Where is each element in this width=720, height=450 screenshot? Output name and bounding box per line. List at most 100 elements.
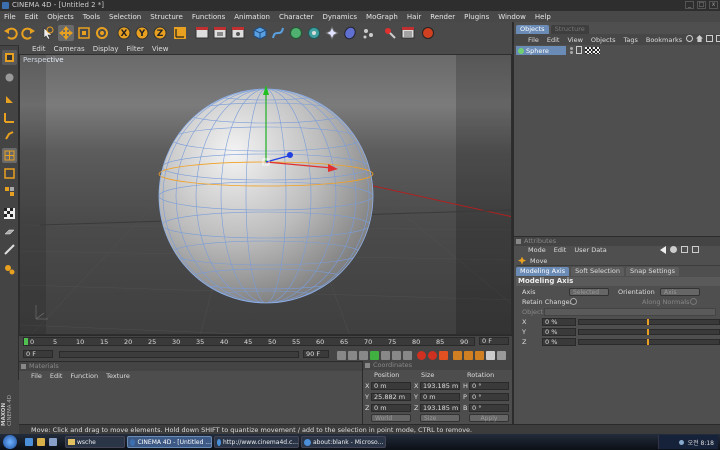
soft-selection-tab[interactable]: Soft Selection [571,267,624,276]
object-row-sphere[interactable]: Sphere [516,46,566,55]
objects-menu-bookmarks[interactable]: Bookmarks [646,36,682,44]
quicklaunch-desktop-icon[interactable] [49,438,57,446]
range-end-field[interactable]: 90 F [303,350,329,358]
taskbar-item-browser-2[interactable]: about:blank - Microso... [301,436,386,448]
use-points-tool-icon[interactable] [2,148,17,163]
along-normals-checkbox[interactable] [690,298,697,305]
previous-key-icon[interactable] [348,351,357,360]
viewport-menu-view[interactable]: View [152,45,169,53]
play-icon[interactable] [370,351,379,360]
coordinate-mode-dropdown[interactable]: World [371,414,411,422]
rotation-key-icon[interactable] [475,351,484,360]
next-key-icon[interactable] [392,351,401,360]
objects-tab[interactable]: Objects [516,25,549,34]
use-polygons-tool-icon[interactable] [2,184,17,199]
attributes-menu-mode[interactable]: Mode [528,246,546,254]
coordinate-system-icon[interactable] [172,25,188,41]
apply-button[interactable]: Apply [469,414,509,422]
go-to-end-icon[interactable] [403,351,412,360]
x-axis-lock-icon[interactable]: X [116,25,132,41]
render-view-icon[interactable] [194,25,210,41]
objects-menu-view[interactable]: View [567,36,582,44]
record-key-icon[interactable] [417,351,426,360]
menu-character[interactable]: Character [279,13,314,21]
clock[interactable]: 오전 8:18 [688,438,714,447]
move-tool-icon[interactable] [58,25,74,41]
use-texture-tool-icon[interactable] [2,110,17,125]
pos-x-field[interactable]: 0 m [371,382,411,390]
menu-file[interactable]: File [4,13,16,21]
home-icon[interactable] [696,35,703,42]
light-icon[interactable] [382,25,398,41]
record-icon[interactable] [420,25,436,41]
rot-b-field[interactable]: 0 ° [469,404,509,412]
maximize-button[interactable]: □ [697,1,706,9]
menu-help[interactable]: Help [535,13,551,21]
materials-menu-texture[interactable]: Texture [106,372,130,380]
redo-icon[interactable] [20,25,36,41]
objects-menu-edit[interactable]: Edit [547,36,560,44]
scene-icon[interactable] [400,25,416,41]
editor-visibility-dot[interactable] [570,47,573,50]
point-level-key-icon[interactable] [497,351,506,360]
use-edges-tool-icon[interactable] [2,166,17,181]
use-model-tool-icon[interactable] [2,50,17,65]
lock-icon[interactable] [681,246,688,253]
previous-frame-icon[interactable] [359,351,368,360]
new-view-icon[interactable] [706,35,713,42]
menu-animation[interactable]: Animation [234,13,270,21]
slider-x-field[interactable]: 0 % [542,318,576,326]
phong-tag-icon[interactable] [585,47,592,54]
spline-pen-icon[interactable] [270,25,286,41]
go-to-start-icon[interactable] [337,351,346,360]
close-button[interactable]: x [709,1,718,9]
position-key-icon[interactable] [453,351,462,360]
scale-tool-icon[interactable] [76,25,92,41]
preview-range-slider[interactable] [59,351,299,358]
materials-menu-edit[interactable]: Edit [50,372,63,380]
coordinates-tab[interactable]: Coordinates [373,361,412,369]
pos-y-field[interactable]: 25.882 m [371,393,411,401]
menu-selection[interactable]: Selection [109,13,141,21]
size-z-field[interactable]: 193.185 m [420,404,460,412]
new-attributes-icon[interactable] [692,246,699,253]
snap-settings-tab[interactable]: Snap Settings [625,267,680,276]
slider-z-field[interactable]: 0 % [542,338,576,346]
menu-hair[interactable]: Hair [407,13,421,21]
rot-h-field[interactable]: 0 ° [469,382,509,390]
perspective-viewport[interactable]: Perspective [19,54,512,335]
sculpt-tool-icon[interactable] [2,262,17,277]
keyframe-selection-icon[interactable] [439,351,448,360]
texture-tag-icon[interactable] [593,47,600,54]
slider-y-track[interactable] [578,329,720,335]
menu-window[interactable]: Window [498,13,526,21]
undo-icon[interactable] [3,25,19,41]
timeline-end-frame[interactable]: 0 F [479,337,509,345]
current-frame-field[interactable]: 0 F [23,350,53,358]
environment-icon[interactable] [342,25,358,41]
menu-structure[interactable]: Structure [150,13,183,21]
materials-tab[interactable]: Materials [29,362,59,370]
menu-mograph[interactable]: MoGraph [366,13,398,21]
cube-primitive-icon[interactable] [252,25,268,41]
autokey-icon[interactable] [428,351,437,360]
structure-tab[interactable]: Structure [550,25,589,34]
z-axis-lock-icon[interactable]: Z [152,25,168,41]
network-tray-icon[interactable] [678,439,684,445]
taskbar-item-browser-1[interactable]: http://www.cinema4d.c... [214,436,299,448]
array-icon[interactable] [306,25,322,41]
start-button-icon[interactable] [3,435,17,449]
timeline-ruler[interactable]: 0 5 10 15 20 25 30 35 40 45 50 55 60 65 … [23,337,475,346]
scene-canvas[interactable] [20,55,512,335]
workplane-tool-icon[interactable] [2,224,17,239]
scale-key-icon[interactable] [464,351,473,360]
objects-menu-objects[interactable]: Objects [591,36,616,44]
use-object-tool-icon[interactable] [2,70,17,85]
snap-tool-icon[interactable] [2,242,17,257]
up-icon[interactable] [670,246,677,253]
orientation-dropdown[interactable]: Axis [660,288,700,296]
render-visibility-dot[interactable] [570,51,573,54]
attributes-menu-edit[interactable]: Edit [554,246,567,254]
attributes-tab[interactable]: Attributes [524,237,556,245]
materials-menu-file[interactable]: File [31,372,42,380]
